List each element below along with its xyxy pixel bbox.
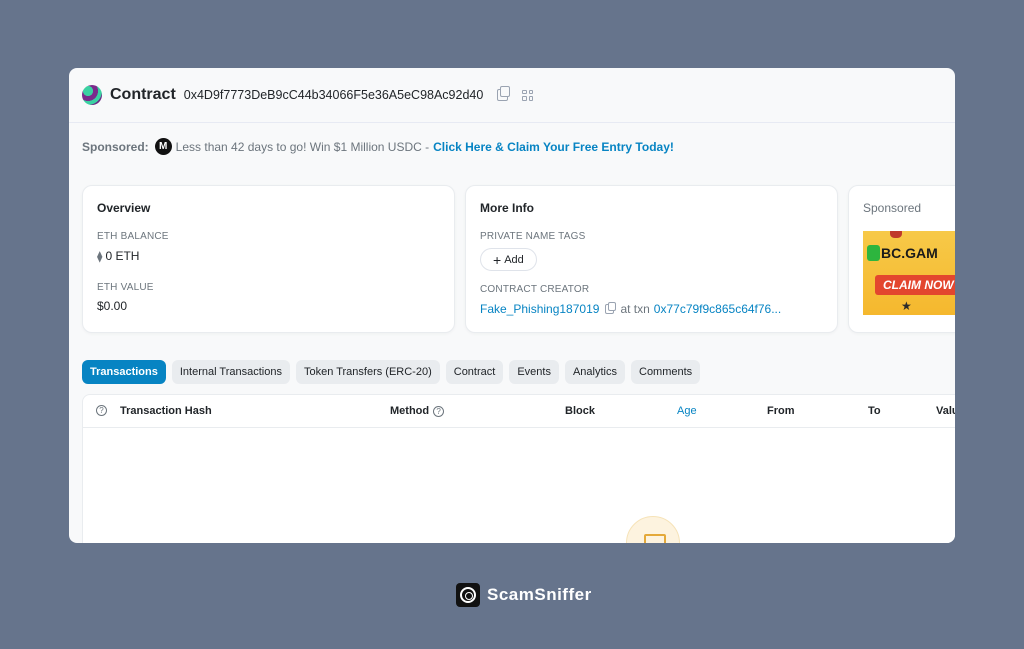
creation-txn-link[interactable]: 0x77c79f9c865c64f76...	[654, 302, 781, 316]
ethereum-icon: ⧫	[97, 251, 103, 263]
overview-card: Overview ETH BALANCE ⧫ 0 ETH ETH VALUE $0…	[82, 185, 455, 333]
sponsored-banner: Sponsored: M Less than 42 days to go! Wi…	[82, 138, 674, 155]
eth-balance-amount: 0 ETH	[105, 249, 140, 263]
contract-address: 0x4D9f7773DeB9cC44b34066F5e36A5eC98Ac92d…	[183, 88, 484, 102]
brand-watermark: ScamSniffer	[456, 583, 592, 607]
creator-address-link[interactable]: Fake_Phishing187019	[480, 302, 599, 316]
column-value: Valu	[936, 405, 955, 417]
column-to: To	[868, 405, 881, 417]
sponsored-label: Sponsored:	[82, 139, 149, 154]
sponsored-card: Sponsored BC.GAM CLAIM NOW ★	[848, 185, 955, 333]
column-from: From	[767, 405, 795, 417]
column-method: Method ?	[390, 405, 445, 417]
help-icon[interactable]: ?	[433, 405, 445, 417]
at-txn-text: at txn	[620, 302, 650, 316]
ad-decoration-icon	[890, 231, 902, 238]
bc-game-logo-icon	[867, 245, 880, 261]
eth-value-amount: $0.00	[97, 299, 128, 313]
qr-code-button[interactable]	[522, 89, 534, 101]
private-name-tags-label: PRIVATE NAME TAGS	[480, 231, 586, 242]
brand-name: ScamSniffer	[487, 585, 592, 604]
sponsored-link[interactable]: Click Here & Claim Your Free Entry Today…	[433, 140, 674, 154]
column-block: Block	[565, 405, 595, 417]
add-name-tag-button[interactable]: + Add	[480, 248, 537, 271]
ad-claim-button[interactable]: CLAIM NOW	[875, 275, 955, 295]
transactions-table: ? Transaction Hash Method ? Block Age Fr…	[82, 394, 955, 543]
contract-creator-row: Fake_Phishing187019 at txn 0x77c79f9c865…	[480, 302, 781, 316]
column-transaction-hash: Transaction Hash	[120, 405, 212, 417]
sponsor-logo-icon: M	[154, 138, 172, 155]
sponsored-card-heading: Sponsored	[863, 201, 922, 215]
eth-value-label: ETH VALUE	[97, 282, 154, 293]
tab-events[interactable]: Events	[509, 360, 559, 384]
tab-analytics[interactable]: Analytics	[564, 360, 625, 384]
copy-icon	[497, 86, 511, 101]
more-info-card: More Info PRIVATE NAME TAGS + Add CONTRA…	[465, 185, 838, 333]
plus-icon: +	[493, 251, 502, 268]
overview-heading: Overview	[97, 201, 151, 215]
scamsniffer-logo-icon	[456, 583, 480, 607]
more-info-heading: More Info	[480, 201, 534, 215]
copy-address-button[interactable]	[497, 86, 511, 101]
tab-contract[interactable]: Contract	[445, 360, 504, 384]
tab-internal-transactions[interactable]: Internal Transactions	[171, 360, 290, 384]
tab-comments[interactable]: Comments	[631, 360, 701, 384]
page-title: Contract	[110, 86, 176, 103]
eth-balance-value: ⧫ 0 ETH	[97, 249, 139, 263]
sponsored-text: Less than 42 days to go! Win $1 Million …	[175, 139, 430, 154]
contract-avatar-icon	[82, 85, 102, 105]
eth-balance-label: ETH BALANCE	[97, 231, 169, 242]
copy-icon[interactable]	[605, 302, 617, 314]
add-button-label: Add	[504, 253, 524, 266]
table-header: ? Transaction Hash Method ? Block Age Fr…	[83, 395, 955, 428]
contract-header: Contract 0x4D9f7773DeB9cC44b34066F5e36A5…	[69, 68, 955, 123]
ad-star-icon: ★	[901, 299, 912, 313]
column-info[interactable]: ?	[96, 405, 107, 416]
help-icon: ?	[96, 405, 107, 416]
tab-token-transfers[interactable]: Token Transfers (ERC-20)	[295, 360, 440, 384]
sponsored-ad-banner[interactable]: BC.GAM CLAIM NOW ★	[863, 231, 955, 315]
tab-bar: Transactions Internal Transactions Token…	[82, 360, 701, 384]
explorer-window: Contract 0x4D9f7773DeB9cC44b34066F5e36A5…	[69, 68, 955, 543]
column-age-toggle[interactable]: Age	[677, 405, 697, 417]
ad-logo-text: BC.GAM	[881, 245, 938, 261]
empty-state-icon	[626, 516, 680, 543]
tab-transactions[interactable]: Transactions	[82, 360, 166, 384]
contract-creator-label: CONTRACT CREATOR	[480, 284, 590, 295]
column-method-label: Method	[390, 405, 430, 417]
qr-code-icon	[522, 89, 534, 101]
